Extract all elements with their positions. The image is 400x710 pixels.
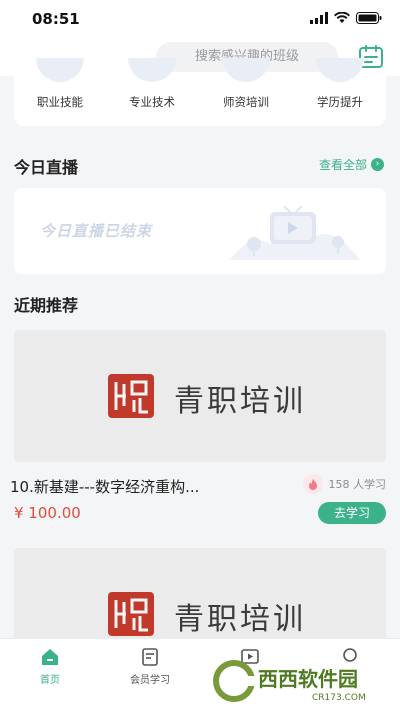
- course-title[interactable]: 10.新基建---数字经济重构...: [10, 476, 199, 497]
- category-item-degree-upgrade[interactable]: 学历提升: [300, 58, 380, 126]
- category-item-vocational-skills[interactable]: 职业技能: [20, 58, 100, 126]
- tab-label: 首页: [40, 675, 60, 686]
- chevron-right-icon: ›: [371, 158, 384, 171]
- course-price: ¥ 100.00: [14, 504, 81, 522]
- seal-logo-icon: [108, 374, 154, 418]
- watermark-name: 西西软件园: [258, 667, 358, 691]
- fire-icon: [302, 474, 323, 494]
- course-banner-text: 青职培训: [174, 602, 306, 637]
- signal-icon: [310, 12, 328, 24]
- seal-logo-icon: [108, 592, 154, 636]
- home-icon: [42, 649, 58, 665]
- category-icon: [128, 58, 176, 82]
- category-icon: [36, 58, 84, 82]
- learner-count-text: 158 人学习: [328, 478, 387, 491]
- course-banner[interactable]: 青职培训: [14, 330, 386, 462]
- tab-member-study[interactable]: 会员学习: [100, 647, 200, 686]
- category-label: 专业技术: [129, 95, 175, 109]
- category-item-professional-tech[interactable]: 专业技术: [112, 58, 192, 126]
- book-icon: [142, 648, 158, 666]
- go-learn-button[interactable]: 去学习: [318, 502, 386, 524]
- category-icon: [222, 58, 270, 82]
- wifi-icon: [334, 12, 350, 23]
- category-label: 师资培训: [223, 95, 269, 109]
- tv-illustration-icon: [230, 205, 360, 260]
- category-label: 职业技能: [37, 95, 83, 109]
- see-all-label: 查看全部: [318, 158, 367, 172]
- watermark-url: CR173.COM: [312, 693, 366, 703]
- battery-icon: [356, 12, 382, 24]
- category-icon: [316, 58, 364, 82]
- status-time: 08:51: [32, 10, 80, 28]
- category-label: 学历提升: [317, 95, 363, 109]
- watermark-logo-icon: 西西软件园 CR173.COM: [213, 660, 366, 703]
- see-all-link[interactable]: 查看全部 ›: [319, 156, 384, 173]
- learner-count: 158 人学习: [302, 474, 387, 494]
- status-bar: 08:51: [0, 0, 400, 38]
- live-ended-text: 今日直播已结束: [40, 222, 153, 240]
- status-icons: [310, 12, 382, 24]
- live-card: 今日直播已结束: [14, 188, 386, 274]
- course-banner-text: 青职培训: [174, 384, 306, 419]
- tab-home[interactable]: 首页: [0, 647, 100, 686]
- divider: [0, 534, 400, 542]
- category-item-teacher-training[interactable]: 师资培训: [206, 58, 286, 126]
- category-card: 职业技能 专业技术 师资培训 学历提升: [14, 58, 386, 126]
- recommend-section-title: 近期推荐: [14, 296, 79, 315]
- tab-label: 会员学习: [130, 675, 170, 686]
- live-section-title: 今日直播: [14, 158, 79, 177]
